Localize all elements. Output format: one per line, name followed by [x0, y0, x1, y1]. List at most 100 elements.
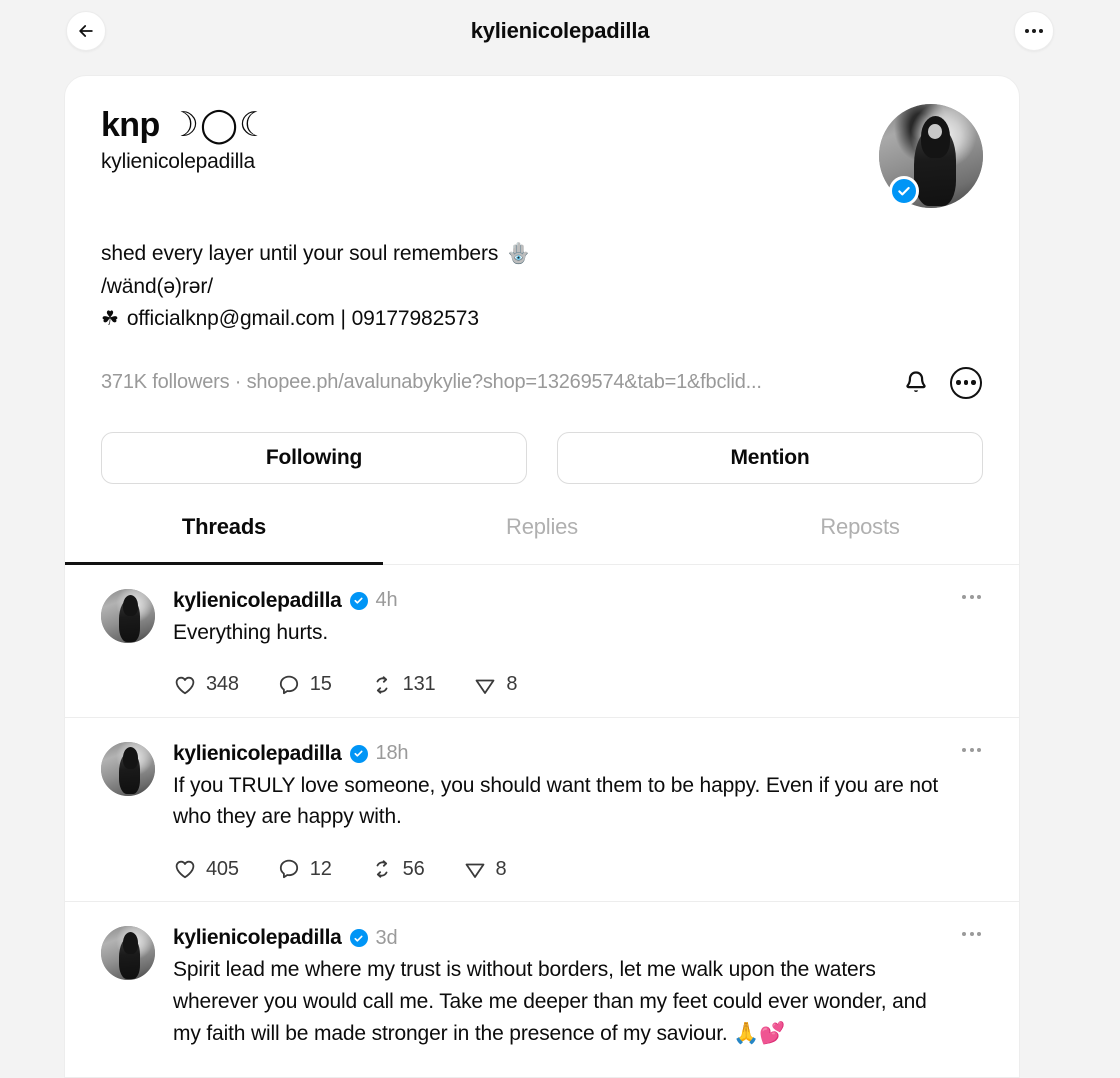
bio-line-3-text: officialknp@gmail.com | 09177982573	[126, 307, 479, 331]
back-button[interactable]	[66, 11, 106, 51]
profile-meta-icons	[899, 366, 983, 400]
tab-replies[interactable]: Replies	[383, 514, 701, 565]
post-item[interactable]: kylienicolepadilla 18h If you TRULY love…	[65, 718, 1019, 903]
profile-meta-row: 371K followers · shopee.ph/avalunabykyli…	[101, 366, 983, 400]
post-more-button[interactable]	[962, 747, 981, 752]
heart-icon	[175, 676, 195, 694]
post-username[interactable]: kylienicolepadilla	[173, 742, 342, 766]
post-item[interactable]: kylienicolepadilla 3d Spirit lead me whe…	[65, 902, 1019, 1070]
bio-line-3: ☘ officialknp@gmail.com | 09177982573	[101, 303, 983, 336]
post-header: kylienicolepadilla 18h	[173, 742, 953, 766]
profile-avatar[interactable]	[879, 104, 983, 208]
top-bar: kylienicolepadilla	[0, 0, 1120, 62]
share-action[interactable]: 8	[473, 673, 518, 697]
post-body: kylienicolepadilla 4h Everything hurts.	[173, 589, 983, 697]
verified-badge-icon	[349, 744, 368, 763]
followers-and-link[interactable]: 371K followers · shopee.ph/avalunabykyli…	[101, 371, 889, 394]
repost-count: 56	[402, 857, 425, 880]
share-count: 8	[495, 857, 507, 880]
profile-tabs: Threads Replies Reposts	[65, 514, 1019, 565]
share-icon	[476, 679, 495, 694]
like-action[interactable]: 405	[173, 857, 239, 881]
header-more-button[interactable]	[1014, 11, 1054, 51]
like-count: 348	[206, 673, 239, 696]
share-count: 8	[506, 673, 518, 696]
more-circle-icon	[950, 366, 982, 399]
repost-count: 131	[402, 673, 436, 696]
notify-button[interactable]	[899, 366, 933, 400]
repost-icon	[376, 675, 388, 694]
post-text: Spirit lead me where my trust is without…	[173, 958, 927, 1046]
back-arrow-icon	[79, 25, 93, 37]
threads-profile-page: kylienicolepadilla knp ☽◯☾ kylienicolepa…	[0, 0, 1120, 1078]
post-username[interactable]: kylienicolepadilla	[173, 589, 342, 613]
repost-action[interactable]: 56	[370, 857, 425, 881]
mention-button[interactable]: Mention	[557, 431, 983, 484]
heart-icon	[175, 861, 195, 879]
post-timestamp: 3d	[375, 926, 398, 949]
post-more-button[interactable]	[962, 932, 981, 937]
more-dots-icon	[1025, 29, 1043, 33]
post-item[interactable]: kylienicolepadilla 4h Everything hurts.	[65, 565, 1019, 718]
check-icon	[898, 186, 910, 196]
verified-badge-icon	[349, 929, 368, 948]
post-avatar[interactable]	[101, 741, 155, 796]
page-title: kylienicolepadilla	[470, 18, 650, 43]
comment-icon	[279, 675, 298, 694]
profile-action-buttons: Following Mention	[101, 431, 983, 484]
post-more-button[interactable]	[962, 594, 981, 599]
post-username[interactable]: kylienicolepadilla	[173, 926, 342, 950]
clover-icon: ☘	[101, 307, 119, 330]
post-body: kylienicolepadilla 3d Spirit lead me whe…	[173, 926, 983, 1050]
share-icon	[465, 863, 484, 879]
reply-action[interactable]: 12	[277, 857, 332, 881]
share-action[interactable]: 8	[463, 857, 507, 881]
tab-reposts[interactable]: Reposts	[701, 514, 1019, 565]
like-action[interactable]: 348	[173, 673, 239, 697]
verified-badge	[889, 176, 919, 206]
bell-icon	[906, 371, 926, 392]
posts-list: kylienicolepadilla 4h Everything hurts.	[65, 565, 1019, 1070]
profile-card: knp ☽◯☾ kylienicolepadilla shed every la…	[64, 75, 1020, 1078]
profile-more-button[interactable]	[949, 366, 983, 400]
profile-section: knp ☽◯☾ kylienicolepadilla shed every la…	[65, 76, 1019, 565]
hamsa-icon: 🪬	[506, 242, 532, 265]
profile-link[interactable]: shopee.ph/avalunabykylie?shop=13269574&t…	[247, 371, 762, 393]
check-icon	[354, 750, 363, 757]
profile-bio: shed every layer until your soul remembe…	[101, 238, 983, 336]
post-avatar[interactable]	[101, 588, 155, 643]
repost-icon	[376, 860, 388, 879]
post-stats: 405 12 56 8	[173, 857, 953, 881]
bio-line-1: shed every layer until your soul remembe…	[101, 238, 983, 271]
like-count: 405	[206, 857, 239, 880]
post-stats: 348 15 131 8	[173, 673, 953, 697]
post-text: Everything hurts.	[173, 620, 329, 644]
comment-icon	[279, 860, 298, 879]
reply-count: 12	[309, 857, 332, 880]
post-body: kylienicolepadilla 18h If you TRULY love…	[173, 742, 983, 882]
reply-count: 15	[309, 673, 332, 696]
profile-handle: kylienicolepadilla	[101, 150, 255, 174]
meta-separator: ·	[234, 371, 242, 394]
following-button[interactable]: Following	[101, 431, 527, 484]
reply-action[interactable]: 15	[277, 673, 332, 697]
display-name-text: knp	[101, 106, 160, 144]
verified-badge-icon	[349, 591, 368, 610]
moon-phase-symbols: ☽◯☾	[168, 106, 271, 144]
profile-header-row: knp ☽◯☾ kylienicolepadilla	[101, 102, 983, 208]
post-text: If you TRULY love someone, you should wa…	[173, 773, 939, 829]
check-icon	[354, 935, 363, 942]
repost-action[interactable]: 131	[370, 673, 436, 697]
profile-names: knp ☽◯☾ kylienicolepadilla	[101, 102, 271, 174]
bio-line-2: /wänd(ə)rər/	[101, 271, 983, 304]
bio-line-2-text: /wänd(ə)rər/	[101, 274, 214, 298]
followers-count: 371K followers	[101, 371, 230, 394]
tab-threads[interactable]: Threads	[65, 514, 383, 565]
post-header: kylienicolepadilla 4h	[173, 589, 953, 613]
post-header: kylienicolepadilla 3d	[173, 926, 953, 950]
display-name: knp ☽◯☾	[101, 106, 271, 144]
post-avatar[interactable]	[101, 926, 155, 981]
bio-line-1-text: shed every layer until your soul remembe…	[101, 242, 499, 265]
post-timestamp: 4h	[375, 589, 398, 612]
check-icon	[354, 597, 363, 604]
